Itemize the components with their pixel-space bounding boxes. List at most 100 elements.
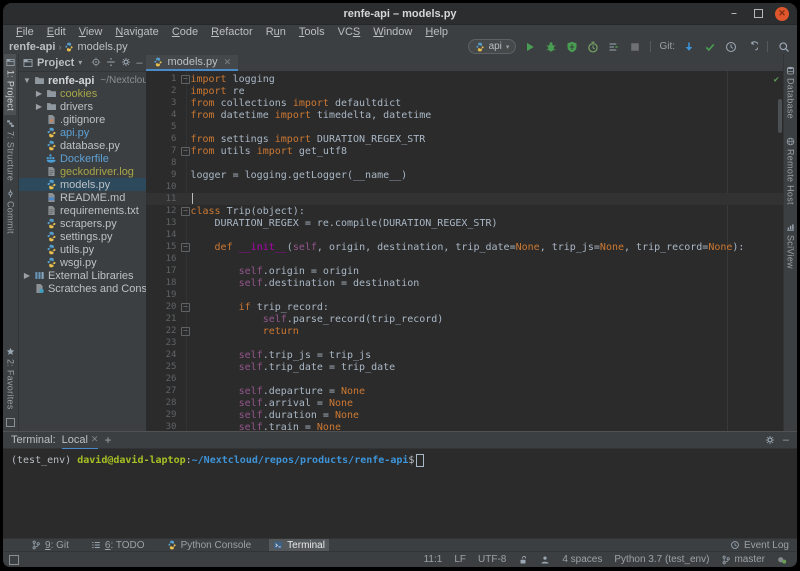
fold-marker-icon[interactable]: – [180, 326, 190, 336]
tree-item-readme-md[interactable]: README.md [19, 191, 147, 204]
fold-marker-icon[interactable]: – [180, 146, 190, 156]
caret-position[interactable]: 11:1 [424, 554, 443, 565]
code-editor[interactable]: ✔ 1– import logging 2 import re 3 from collec… [146, 71, 784, 431]
line-number[interactable]: 15 [146, 242, 180, 252]
line-number[interactable]: 26 [146, 374, 180, 384]
tool-stripe-1-project[interactable]: 1: Project [4, 54, 17, 116]
tool-stripe-database[interactable]: Database [785, 62, 797, 123]
indent-style[interactable]: 4 spaces [562, 554, 602, 565]
line-number[interactable]: 28 [146, 398, 180, 408]
hide-project-panel-icon[interactable]: – [136, 57, 142, 69]
fold-marker-icon[interactable]: – [180, 206, 190, 216]
breadcrumb-item-models-py[interactable]: models.py [64, 41, 128, 53]
tree-item-dockerfile[interactable]: Dockerfile [19, 152, 147, 165]
line-number[interactable]: 1 [146, 74, 180, 84]
line-number[interactable]: 23 [146, 338, 180, 348]
tool-stripe-7-structure[interactable]: 7: Structure [4, 115, 16, 185]
menu-tools[interactable]: Tools [293, 26, 331, 38]
chevron-right-icon[interactable]: ▶ [23, 271, 31, 280]
new-terminal-tab-button[interactable]: + [104, 433, 111, 447]
tab-models-py[interactable]: models.py ✕ [146, 55, 239, 71]
tree-item-scratches-and-consoles[interactable]: Scratches and Consoles [19, 282, 146, 295]
menu-view[interactable]: View [73, 26, 109, 38]
file-encoding[interactable]: UTF-8 [478, 554, 506, 565]
tool-window-button-6-todo[interactable]: 6: TODO [87, 539, 149, 552]
line-number[interactable]: 18 [146, 278, 180, 288]
menu-refactor[interactable]: Refactor [205, 26, 259, 38]
line-number[interactable]: 12 [146, 206, 180, 216]
vcs-commit-button[interactable] [702, 39, 717, 54]
tree-item-scrapers-py[interactable]: scrapers.py [19, 217, 147, 230]
menu-code[interactable]: Code [166, 26, 204, 38]
line-number[interactable]: 4 [146, 110, 180, 120]
line-number[interactable]: 14 [146, 230, 180, 240]
line-number[interactable]: 22 [146, 326, 180, 336]
tool-stripe-commit[interactable]: Commit [4, 185, 16, 238]
menu-file[interactable]: File [10, 26, 40, 38]
line-number[interactable]: 19 [146, 290, 180, 300]
menu-help[interactable]: Help [419, 26, 454, 38]
debug-button[interactable] [543, 39, 558, 54]
event-log-button[interactable]: Event Log [730, 540, 789, 551]
profiler-button[interactable] [585, 39, 600, 54]
line-number[interactable]: 16 [146, 254, 180, 264]
line-number[interactable]: 21 [146, 314, 180, 324]
line-number[interactable]: 8 [146, 158, 180, 168]
line-number[interactable]: 9 [146, 170, 180, 180]
breadcrumb-item-renfe-api[interactable]: renfe-api [9, 41, 55, 53]
menu-edit[interactable]: Edit [41, 26, 72, 38]
tool-stripe-sciview[interactable]: SciView [785, 219, 797, 273]
tree-item--gitignore[interactable]: .gitignore [19, 113, 147, 126]
close-button[interactable]: ✕ [775, 6, 789, 21]
chevron-down-icon[interactable]: ▼ [23, 76, 31, 85]
line-number[interactable]: 13 [146, 218, 180, 228]
close-tab-icon[interactable]: ✕ [224, 57, 232, 68]
tree-item-cookies[interactable]: ▶ cookies [19, 87, 147, 100]
terminal-settings-gear-icon[interactable] [765, 435, 775, 445]
line-number[interactable]: 6 [146, 134, 180, 144]
line-number[interactable]: 30 [146, 422, 180, 431]
project-settings-gear[interactable] [121, 54, 131, 72]
line-number[interactable]: 24 [146, 350, 180, 360]
line-separator[interactable]: LF [454, 554, 466, 565]
line-number[interactable]: 29 [146, 410, 180, 420]
chevron-right-icon[interactable]: ▶ [35, 89, 43, 98]
close-terminal-tab-icon[interactable]: ✕ [91, 434, 99, 445]
tree-item-database-py[interactable]: database.py [19, 139, 147, 152]
tree-item-renfe-api[interactable]: ▼ renfe-api ~/Nextcloud/rep [19, 74, 146, 87]
fold-marker-icon[interactable]: – [180, 302, 190, 312]
python-interpreter[interactable]: Python 3.7 (test_env) [614, 554, 709, 565]
tool-stripe-remote-host[interactable]: Remote Host [785, 133, 797, 209]
title-bar[interactable]: renfe-api – models.py – ✕ [3, 3, 797, 25]
notifications-widget[interactable] [777, 555, 787, 565]
line-number[interactable]: 20 [146, 302, 180, 312]
chevron-down-icon[interactable]: ▾ [78, 58, 82, 67]
tree-item-models-py[interactable]: models.py [18, 178, 147, 191]
run-config-selector[interactable]: api ▾ [467, 39, 517, 54]
tree-item-geckodriver-log[interactable]: geckodriver.log [19, 165, 147, 178]
line-number[interactable]: 25 [146, 362, 180, 372]
fold-marker-icon[interactable]: – [180, 74, 190, 84]
tool-stripe-2-favorites[interactable]: 2: Favorites [4, 343, 16, 414]
menu-navigate[interactable]: Navigate [109, 26, 164, 38]
minimize-button[interactable]: – [727, 7, 741, 21]
vcs-history-button[interactable] [723, 39, 738, 54]
inspections-widget[interactable] [540, 555, 550, 565]
line-number[interactable]: 7 [146, 146, 180, 156]
menu-window[interactable]: Window [367, 26, 418, 38]
chevron-right-icon[interactable]: ▶ [35, 102, 43, 111]
vcs-update-button[interactable] [681, 39, 696, 54]
line-number[interactable]: 11 [146, 194, 180, 204]
tool-window-toggle-icon[interactable] [9, 554, 19, 565]
tree-item-requirements-txt[interactable]: requirements.txt [19, 204, 147, 217]
menu-run[interactable]: Run [260, 26, 292, 38]
collapse-all-button[interactable] [106, 54, 116, 72]
tree-item-utils-py[interactable]: utils.py [19, 243, 147, 256]
menu-vcs[interactable]: VCS [332, 26, 367, 38]
git-branch-widget[interactable]: master [721, 554, 765, 565]
terminal-tab-local[interactable]: Local ✕ [61, 432, 99, 449]
search-everywhere-button[interactable] [776, 39, 791, 54]
vcs-rollback-button[interactable] [744, 39, 759, 54]
fold-marker-icon[interactable]: – [180, 242, 190, 252]
stop-button[interactable] [627, 39, 642, 54]
